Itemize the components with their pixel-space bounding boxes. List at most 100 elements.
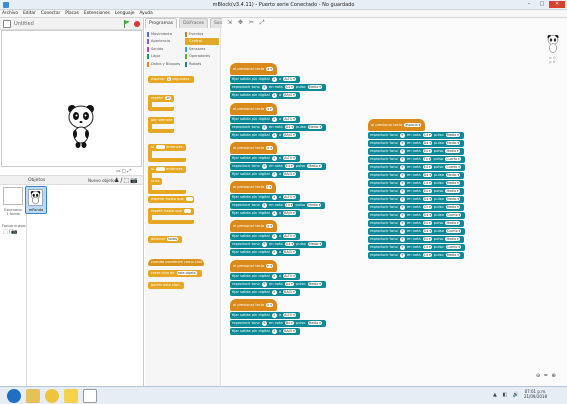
tone-pin-input[interactable]: 9 — [399, 244, 405, 250]
play-tone-block[interactable]: reproducir tono 9 en nota D4 ▾ pulso Med… — [368, 140, 465, 147]
menu-ayuda[interactable]: Ayuda — [140, 11, 153, 16]
tone-pin-input[interactable]: 9 — [399, 204, 405, 210]
beat-dropdown[interactable]: Medio ▾ — [307, 203, 322, 207]
level-dropdown[interactable]: ALTO ▾ — [283, 313, 296, 317]
menu-extensiones[interactable]: Extensiones — [84, 11, 110, 16]
script-stack-key-k[interactable]: al presionar tecla k ▾ fijar salida pin … — [230, 298, 326, 335]
beat-dropdown[interactable]: Medio ▾ — [445, 205, 460, 209]
clock[interactable]: 07:01 p.m. 21/09/2018 — [524, 389, 547, 399]
category-robots[interactable]: Robots — [185, 61, 219, 68]
tone-pin-input[interactable]: 9 — [261, 281, 267, 287]
category-sensores[interactable]: Sensores — [185, 46, 219, 53]
when-key-pressed-block[interactable]: al presionar tecla f ▾ — [230, 181, 277, 193]
play-tone-block[interactable]: reproducir tono 9 en nota A4 ▾ pulso Med… — [230, 281, 326, 288]
tone-pin-input[interactable]: 9 — [399, 164, 405, 170]
level-dropdown[interactable]: ALTO ▾ — [283, 117, 296, 121]
note-dropdown[interactable]: F4 ▾ — [284, 203, 294, 207]
set-digital-pin-block[interactable]: fijar salida pin digital 2 a ALTO ▾ — [230, 273, 300, 280]
tone-pin-input[interactable]: 9 — [399, 156, 405, 162]
note-dropdown[interactable]: E4 ▾ — [422, 149, 432, 153]
set-digital-pin-block[interactable]: fijar salida pin digital 2 a BAJO ▾ — [230, 132, 300, 139]
set-digital-pin-block[interactable]: fijar salida pin digital 2 a ALTO ▾ — [230, 155, 300, 162]
beat-dropdown[interactable]: Cuarto ▾ — [445, 213, 462, 217]
category-operadores[interactable]: Operadores — [185, 53, 219, 60]
level-dropdown[interactable]: BAJO ▾ — [283, 172, 296, 176]
stage[interactable] — [1, 30, 142, 167]
new-object-tools[interactable]: ♟/⬚📷 — [114, 177, 139, 184]
pin-input[interactable]: 2 — [271, 328, 277, 334]
minimize-button[interactable]: – — [523, 1, 535, 8]
beat-dropdown[interactable]: Medio ▾ — [445, 173, 461, 177]
set-digital-pin-block[interactable]: fijar salida pin digital 2 a BAJO ▾ — [230, 171, 300, 178]
note-dropdown[interactable]: E4 ▾ — [422, 165, 432, 169]
beat-dropdown[interactable]: Medio ▾ — [445, 197, 461, 201]
set-digital-pin-block[interactable]: fijar salida pin digital 2 a ALTO ▾ — [230, 194, 300, 201]
block-create-clone[interactable]: crear clon de este objeto — [148, 270, 202, 277]
level-dropdown[interactable]: ALTO ▾ — [283, 195, 296, 199]
set-digital-pin-block[interactable]: fijar salida pin digital 2 a BAJO ▾ — [230, 328, 300, 335]
key-dropdown[interactable]: s ▾ — [266, 107, 273, 111]
menu-lenguaje[interactable]: Lenguaje — [115, 11, 135, 16]
pin-input[interactable]: 2 — [271, 312, 277, 318]
note-dropdown[interactable]: E4 ▾ — [422, 237, 432, 241]
close-button[interactable]: ✕ — [549, 1, 565, 8]
set-digital-pin-block[interactable]: fijar salida pin digital 2 a BAJO ▾ — [230, 289, 300, 296]
file-explorer-icon[interactable] — [26, 389, 40, 403]
category-apariencia[interactable]: Apariencia — [147, 38, 181, 45]
key-dropdown[interactable]: h ▾ — [266, 264, 273, 268]
play-tone-block[interactable]: reproducir tono 9 en nota E4 ▾ pulso Med… — [368, 148, 464, 155]
tone-pin-input[interactable]: 9 — [399, 236, 405, 242]
pin-input[interactable]: 2 — [271, 249, 277, 255]
pin-input[interactable]: 2 — [271, 132, 277, 138]
star-app-icon[interactable] — [64, 389, 78, 403]
tone-pin-input[interactable]: 9 — [261, 241, 267, 247]
tone-pin-input[interactable]: 9 — [399, 188, 405, 194]
play-tone-block[interactable]: reproducir tono 9 en nota G4 ▾ pulso Cua… — [368, 228, 466, 235]
note-dropdown[interactable]: C4 ▾ — [422, 253, 432, 257]
pin-input[interactable]: 2 — [271, 171, 277, 177]
key-dropdown[interactable]: espacio ▾ — [404, 123, 422, 127]
play-tone-block[interactable]: reproducir tono 9 en nota G4 ▾ pulso Med… — [230, 241, 327, 248]
system-tray[interactable]: ▲ ◧ 🔊 — [493, 392, 521, 398]
zoom-controls[interactable]: ⊖ = ⊕ — [536, 373, 557, 379]
set-digital-pin-block[interactable]: fijar salida pin digital 2 a BAJO ▾ — [230, 249, 300, 256]
stage-thumbnail[interactable] — [3, 187, 23, 205]
block-if-else-label[interactable]: si entonces — [148, 166, 186, 173]
beat-dropdown[interactable]: Cuarto ▾ — [445, 157, 461, 161]
beat-dropdown[interactable]: Medio ▾ — [445, 141, 461, 145]
play-tone-block[interactable]: reproducir tono 9 en nota E4 ▾ pulso Med… — [368, 236, 464, 243]
pin-input[interactable]: 2 — [271, 210, 277, 216]
tab-programas[interactable]: Programas — [145, 18, 178, 28]
note-dropdown[interactable]: C4 ▾ — [422, 245, 432, 249]
pin-input[interactable]: 2 — [271, 233, 277, 239]
note-dropdown[interactable]: G4 ▾ — [422, 229, 433, 233]
chrome-icon[interactable] — [45, 389, 59, 403]
block-repeat-until-label[interactable]: repetir hasta que — [148, 208, 194, 215]
play-tone-block[interactable]: reproducir tono 9 en nota G4 ▾ pulso Cua… — [368, 212, 466, 219]
set-digital-pin-block[interactable]: fijar salida pin digital 2 a ALTO ▾ — [230, 233, 300, 240]
level-dropdown[interactable]: ALTO ▾ — [283, 234, 296, 238]
beat-dropdown[interactable]: Medio ▾ — [445, 221, 460, 225]
note-dropdown[interactable]: F4 ▾ — [422, 157, 432, 161]
stage-size-controls[interactable]: ▭ ▢ ⤢ — [116, 168, 131, 174]
block-stop[interactable]: detener todos — [148, 236, 182, 243]
note-dropdown[interactable]: D4 ▾ — [284, 125, 294, 129]
beat-dropdown[interactable]: Medio ▾ — [445, 237, 460, 241]
block-forever-label[interactable]: por siempre — [148, 117, 174, 124]
play-tone-block[interactable]: reproducir tono 9 en nota C4 ▾ pulso Cua… — [368, 244, 466, 251]
block-wait-until[interactable]: esperar hasta que — [148, 196, 194, 203]
play-tone-block[interactable]: reproducir tono 9 en nota C4 ▾ pulso Med… — [368, 132, 464, 139]
level-dropdown[interactable]: BAJO ▾ — [283, 93, 296, 97]
green-flag-icon[interactable] — [124, 20, 130, 28]
beat-dropdown[interactable]: Medio ▾ — [307, 242, 323, 246]
play-tone-block[interactable]: reproducir tono 9 en nota E4 ▾ pulso Med… — [368, 188, 464, 195]
beat-dropdown[interactable]: Medio ▾ — [307, 282, 322, 286]
category-l-piz[interactable]: Lápiz — [147, 53, 181, 60]
note-dropdown[interactable]: G4 ▾ — [422, 197, 433, 201]
note-dropdown[interactable]: G4 ▾ — [284, 242, 295, 246]
script-stack-key-h[interactable]: al presionar tecla h ▾ fijar salida pin … — [230, 259, 326, 296]
set-digital-pin-block[interactable]: fijar salida pin digital 2 a ALTO ▾ — [230, 116, 300, 123]
pin-input[interactable]: 2 — [271, 289, 277, 295]
beat-dropdown[interactable]: Cuarto ▾ — [445, 245, 462, 249]
play-tone-block[interactable]: reproducir tono 9 en nota C4 ▾ pulso Med… — [368, 180, 464, 187]
